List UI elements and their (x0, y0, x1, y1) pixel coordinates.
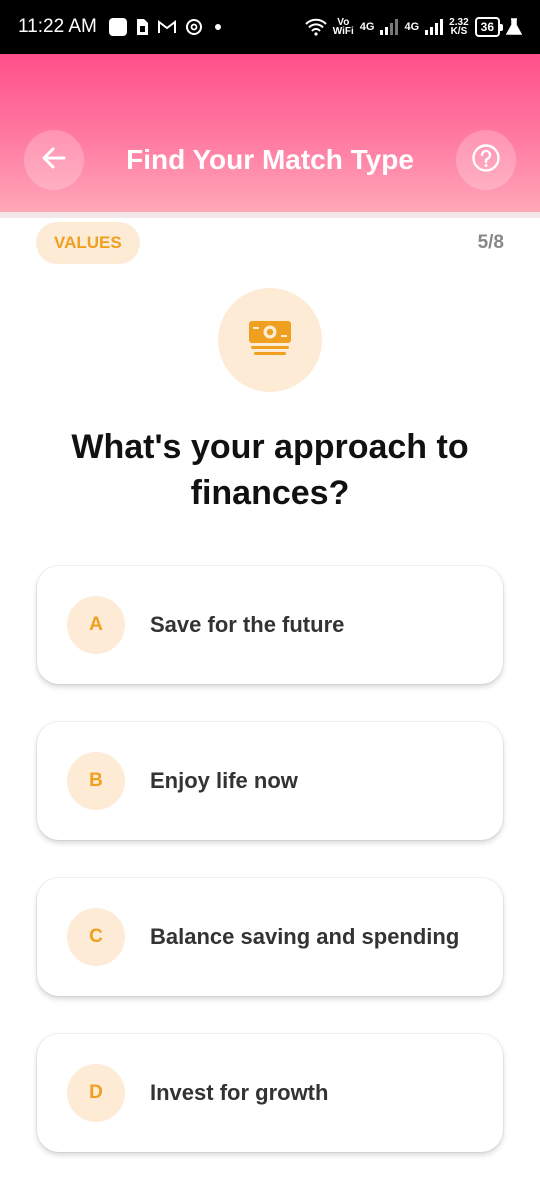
money-icon (247, 319, 293, 362)
question-icon-circle (218, 288, 322, 392)
option-letter: B (67, 752, 125, 810)
battery-level: 36 (480, 20, 494, 34)
question-text: What's your approach to finances? (71, 428, 469, 512)
wifi-icon (305, 18, 327, 36)
gmail-icon (157, 19, 177, 35)
sim-icon (135, 18, 149, 36)
status-time: 11:22 AM (18, 16, 97, 37)
vowifi-indicator: Vo WiFi (332, 18, 354, 37)
category-badge: VALUES (36, 222, 140, 264)
threads-icon (185, 18, 203, 36)
status-left: 11:22 AM (18, 16, 221, 38)
flask-icon (506, 18, 522, 36)
option-d[interactable]: D Invest for growth (37, 1034, 503, 1152)
battery-icon: 36 (474, 17, 504, 37)
speed-unit: K/S (450, 26, 468, 37)
network-type-2: 4G (404, 21, 420, 33)
status-right: Vo WiFi 4G 4G 2.32 K/S 36 (305, 17, 522, 37)
option-letter: A (67, 596, 125, 654)
header: Find Your Match Type (0, 54, 540, 214)
option-a[interactable]: A Save for the future (37, 566, 503, 684)
option-c[interactable]: C Balance saving and spending (37, 878, 503, 996)
option-label: Enjoy life now (150, 768, 298, 793)
network-type-1: 4G (359, 21, 375, 33)
status-bar: 11:22 AM Vo WiFi 4G 4G 2.32 K/S 36 (0, 0, 540, 54)
option-letter: D (67, 1064, 125, 1122)
option-b[interactable]: B Enjoy life now (37, 722, 503, 840)
option-label: Balance saving and spending (150, 924, 460, 949)
option-label: Invest for growth (150, 1080, 329, 1105)
speed-indicator: 2.32 K/S (449, 18, 468, 37)
signal-icon-2 (425, 19, 444, 35)
help-button[interactable] (456, 130, 516, 190)
progress-counter: 5/8 (477, 232, 504, 253)
signal-icon-1 (380, 19, 399, 35)
option-label: Save for the future (150, 612, 345, 637)
header-divider (0, 212, 540, 218)
vowifi-bottom: WiFi (332, 26, 354, 37)
question-circle-icon (471, 143, 501, 178)
dot-icon (211, 24, 221, 30)
square-icon (108, 18, 127, 36)
option-letter: C (67, 908, 125, 966)
